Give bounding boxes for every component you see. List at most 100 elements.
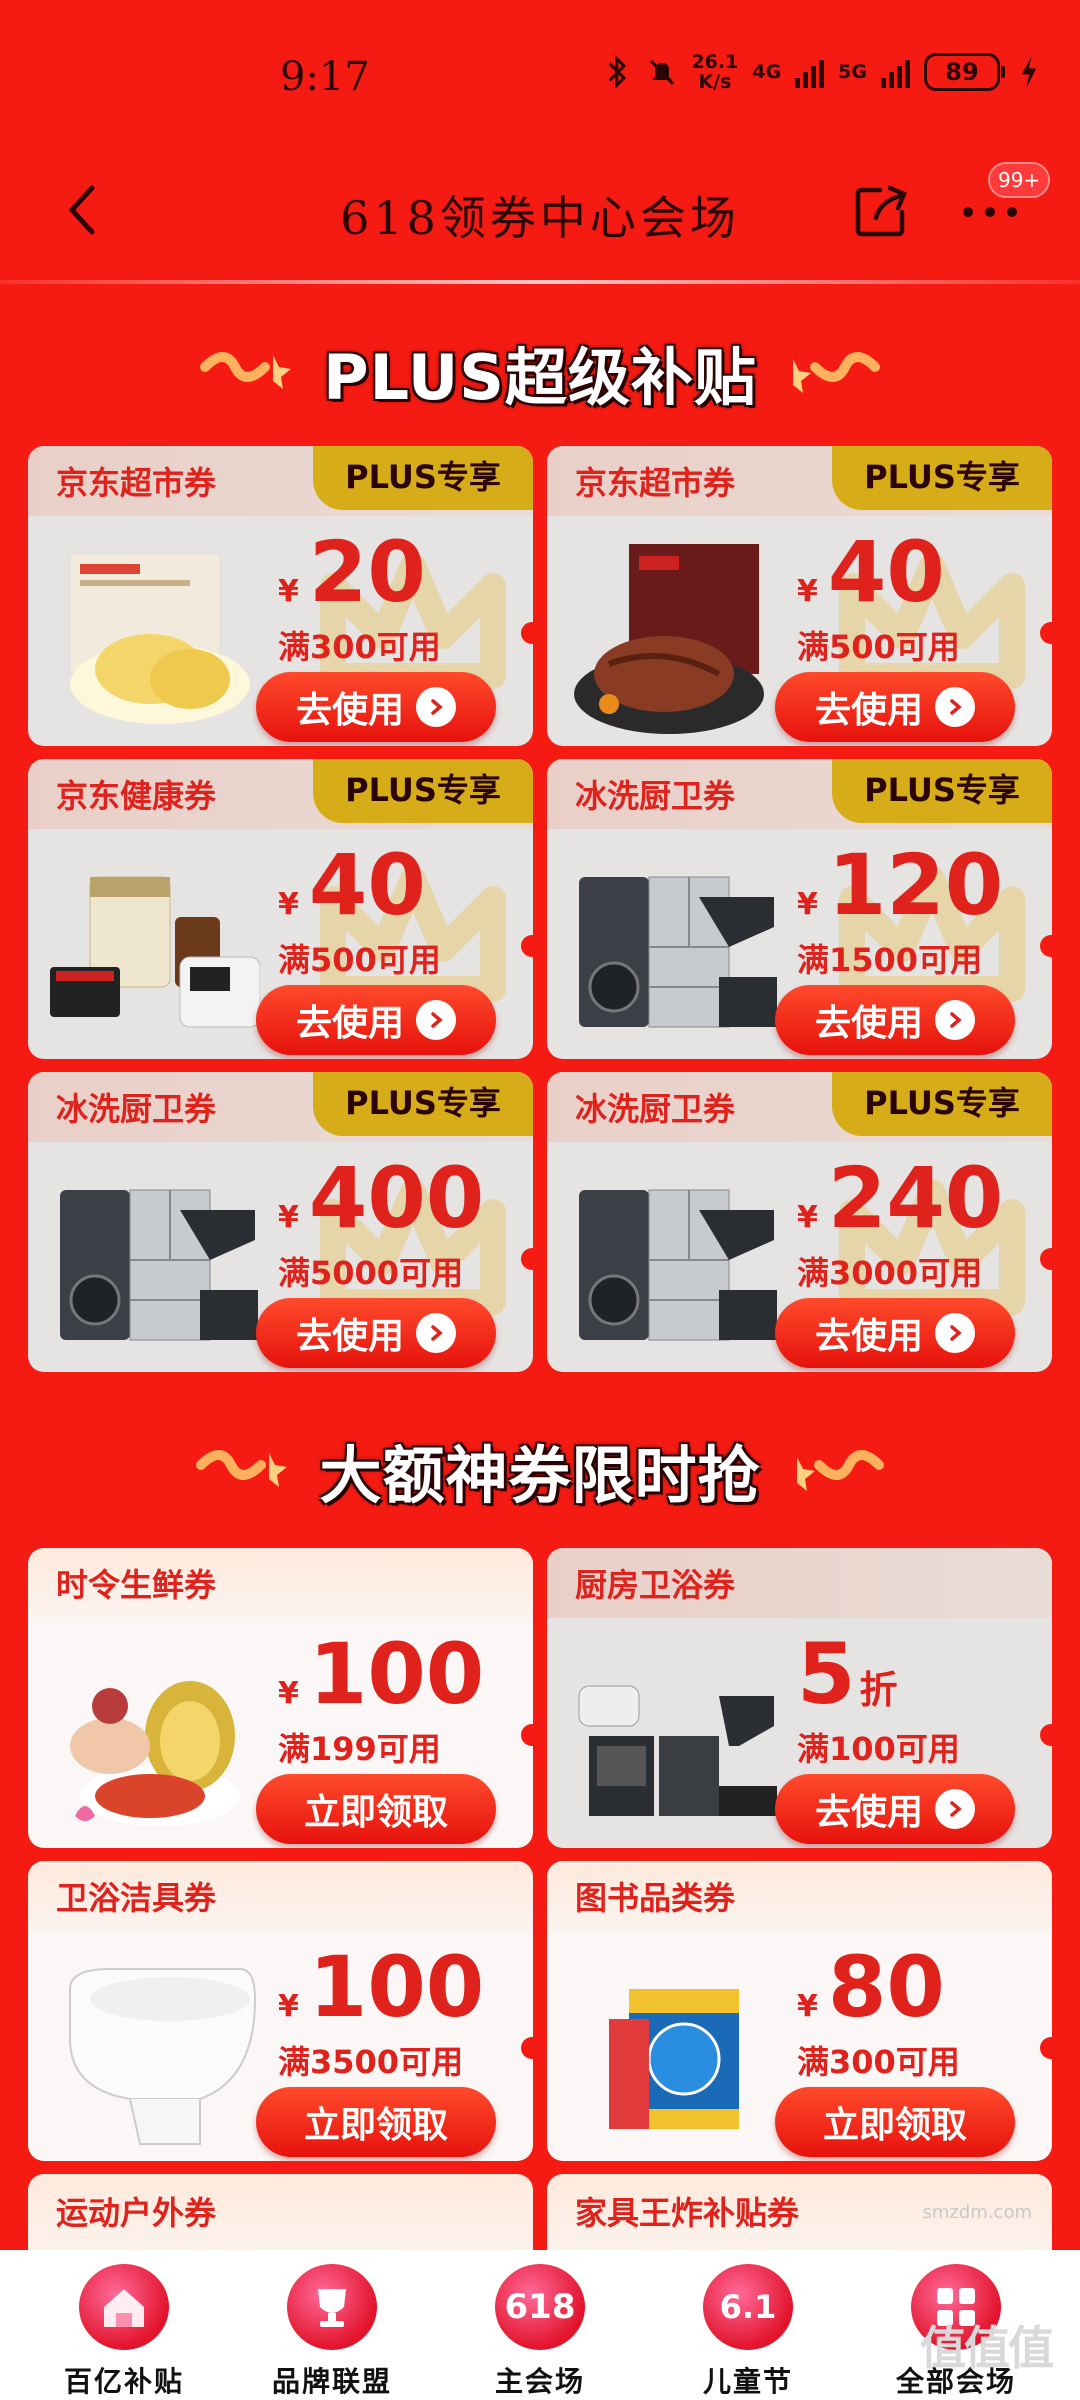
coupon-amount: ¥20	[278, 524, 426, 620]
tab-brand-alliance[interactable]: 品牌联盟	[242, 2250, 422, 2400]
coupon-action-button[interactable]: 立即领取	[256, 1774, 496, 1844]
coupon-action-button[interactable]: 去使用	[256, 1298, 496, 1368]
coupon-action-label: 立即领取	[303, 2105, 448, 2146]
battery-icon: 89	[924, 53, 1005, 91]
chevron-right-icon	[935, 1789, 975, 1829]
steak-product-image	[569, 544, 779, 734]
network-4g-label: 4G	[752, 61, 782, 83]
coupon-notch	[521, 1248, 533, 1270]
coupon-notch	[1040, 1724, 1052, 1746]
watermark-url: smzdm.com	[922, 2202, 1033, 2223]
coupon-amount: ¥80	[797, 1939, 945, 2035]
ribbon-right-icon	[792, 352, 880, 393]
kitchen-appliances-image	[569, 1646, 779, 1836]
coupon-value: 20	[308, 523, 426, 621]
currency-symbol: ¥	[278, 1676, 299, 1711]
ribbon-right-icon	[796, 1450, 884, 1491]
coupon-name: 冰洗厨卫券	[575, 1090, 736, 1128]
coupon-action-button[interactable]: 去使用	[775, 985, 1015, 1055]
coupon-notch	[521, 622, 533, 644]
coupon-condition: 满199可用	[278, 1730, 441, 1768]
mute-bell-icon	[650, 59, 675, 86]
house-icon	[79, 2264, 169, 2350]
coupon-card[interactable]: 冰洗厨卫券 PLUS专享 ¥400 满5000可用 去使用	[28, 1072, 533, 1372]
coupon-amount: ¥240	[797, 1150, 1003, 1246]
section-big-title: 大额神券限时抢	[319, 1439, 761, 1512]
coupon-name: 冰洗厨卫券	[56, 1090, 217, 1128]
coupon-action-button[interactable]: 去使用	[775, 672, 1015, 742]
coupon-action-button[interactable]: 去使用	[775, 1298, 1015, 1368]
coupon-value: 5	[797, 1625, 856, 1723]
coupon-amount: 5折	[797, 1626, 897, 1722]
net-speed-value: 26.1	[691, 51, 739, 73]
plus-exclusive-tag: PLUS专享	[313, 446, 533, 510]
tab-childrens-day[interactable]: 6.1 儿童节	[658, 2250, 838, 2400]
coupon-action-button[interactable]: 去使用	[775, 1774, 1015, 1844]
tab-billion-subsidy[interactable]: 百亿补贴	[34, 2250, 214, 2400]
coupon-name: 京东超市券	[575, 464, 736, 502]
share-icon[interactable]	[852, 180, 912, 240]
coupon-name: 家具王炸补贴券	[575, 2194, 800, 2232]
coupon-card[interactable]: 时令生鲜券 ¥100 满199可用 立即领取	[28, 1548, 533, 1848]
plus-exclusive-tag: PLUS专享	[313, 759, 533, 823]
coupon-card[interactable]: 卫浴洁具券 ¥100 满3500可用 立即领取	[28, 1861, 533, 2161]
coupon-notch	[521, 935, 533, 957]
currency-symbol: ¥	[797, 1989, 818, 2024]
section-plus-title: PLUS超级补贴	[323, 341, 757, 414]
coupon-name: 图书品类券	[575, 1879, 736, 1917]
coupon-condition: 满300可用	[797, 2043, 960, 2081]
coupon-name: 冰洗厨卫券	[575, 777, 736, 815]
coupon-amount: ¥40	[797, 524, 945, 620]
tab-main-venue[interactable]: 618 主会场	[450, 2250, 630, 2400]
coupon-name: 运动户外券	[56, 2194, 217, 2232]
chevron-right-icon	[935, 1313, 975, 1353]
coupon-card[interactable]: 京东超市券 PLUS专享 ¥20 满300可用 去使用	[28, 446, 533, 746]
coupon-condition: 满3000可用	[797, 1254, 983, 1292]
coupon-notch	[521, 2037, 533, 2059]
coupon-condition: 满300可用	[278, 628, 441, 666]
tab-icon-text: 618	[504, 2287, 576, 2327]
bluetooth-icon	[608, 55, 627, 89]
coupon-condition: 满5000可用	[278, 1254, 464, 1292]
coupon-condition: 满100可用	[797, 1730, 960, 1768]
currency-symbol: ¥	[797, 887, 818, 922]
coupon-action-button[interactable]: 立即领取	[775, 2087, 1015, 2157]
net-speed-unit: K/s	[698, 71, 732, 93]
tab-icon-text: 6.1	[719, 2288, 777, 2326]
currency-symbol: ¥	[278, 887, 299, 922]
coupon-action-label: 去使用	[295, 690, 404, 731]
tab-label: 儿童节	[702, 2365, 793, 2398]
plus-exclusive-tag: PLUS专享	[832, 759, 1052, 823]
network-5g-label: 5G	[838, 61, 867, 83]
chevron-right-icon	[935, 1000, 975, 1040]
coupon-card[interactable]: 厨房卫浴券 5 折满100可用 去使用	[547, 1548, 1052, 1848]
coupon-action-button[interactable]: 去使用	[256, 985, 496, 1055]
coupon-card[interactable]: 图书品类券 ¥80 满300可用立即领取	[547, 1861, 1052, 2161]
coupon-card[interactable]: 冰洗厨卫券 PLUS专享 ¥120 满1500可用 去使用	[547, 759, 1052, 1059]
nav-divider	[0, 280, 1080, 284]
coupon-action-button[interactable]: 立即领取	[256, 2087, 496, 2157]
coupon-card[interactable]: 京东健康券 PLUS专享 ¥40 满500可用 去使用	[28, 759, 533, 1059]
nav-bar: 618领券中心会场 99+	[0, 150, 1080, 280]
ribbon-left-icon	[200, 352, 292, 389]
coupon-value: 80	[827, 1938, 945, 2036]
more-options-icon[interactable]	[960, 202, 1020, 222]
bottom-tab-bar: 百亿补贴 品牌联盟 618 主会场 6.1 儿童节 全部会场	[0, 2250, 1080, 2400]
coupon-action-button[interactable]: 去使用	[256, 672, 496, 742]
coupon-action-label: 去使用	[814, 1792, 923, 1833]
coupon-card[interactable]: 冰洗厨卫券 PLUS专享 ¥240 满3000可用 去使用	[547, 1072, 1052, 1372]
chevron-right-icon	[416, 687, 456, 727]
coupon-card[interactable]: 京东超市券 PLUS专享 ¥40 满500可用 去使用	[547, 446, 1052, 746]
coupon-notch	[1040, 935, 1052, 957]
coupon-value: 400	[308, 1149, 485, 1247]
appliances-image	[569, 857, 779, 1047]
61-icon: 6.1	[703, 2264, 793, 2350]
coupon-action-label: 去使用	[814, 1316, 923, 1357]
coupon-value: 100	[308, 1625, 485, 1723]
durian-product-image	[50, 544, 260, 734]
appliances-image	[50, 1170, 260, 1360]
coupon-value: 40	[308, 836, 426, 934]
chevron-right-icon	[416, 1000, 456, 1040]
books-image	[569, 1959, 779, 2149]
coupon-condition: 满1500可用	[797, 941, 983, 979]
